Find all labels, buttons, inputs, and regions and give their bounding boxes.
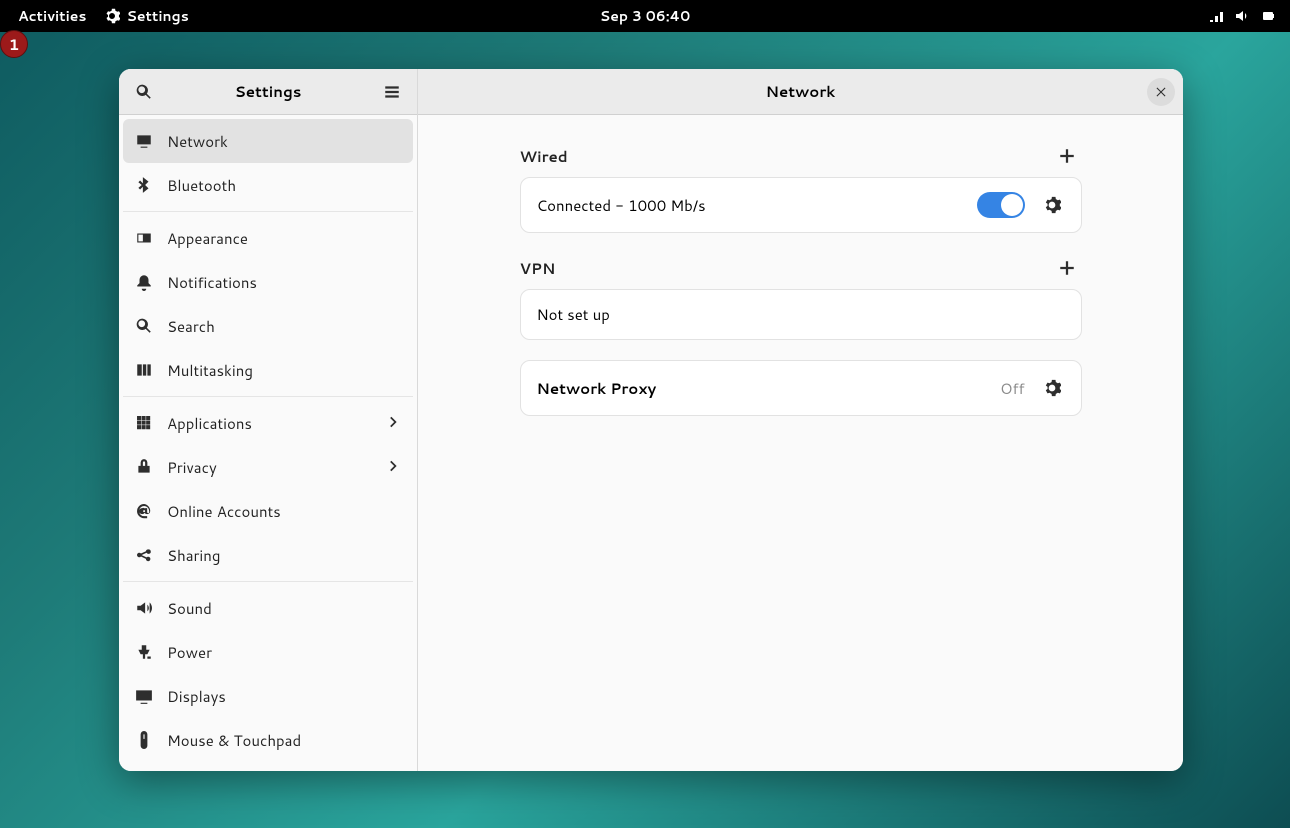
- network-tray-icon: [1208, 8, 1224, 24]
- vpn-section: VPN Not set up: [520, 253, 1082, 340]
- proxy-settings-button[interactable]: [1039, 375, 1065, 401]
- sidebar-item-notifications[interactable]: Notifications: [123, 260, 413, 304]
- clock[interactable]: Sep 3 06:40: [600, 6, 690, 26]
- sound-icon: [135, 599, 153, 617]
- wired-section: Wired Connected - 1000 Mb/s: [520, 141, 1082, 233]
- sidebar-item-applications[interactable]: Applications: [123, 401, 413, 445]
- gear-icon: [104, 8, 120, 24]
- main-headerbar: Network: [418, 69, 1183, 115]
- wired-toggle[interactable]: [977, 192, 1025, 218]
- battery-tray-icon: [1260, 8, 1276, 24]
- sidebar-item-bluetooth[interactable]: Bluetooth: [123, 163, 413, 207]
- close-button[interactable]: [1147, 78, 1175, 106]
- at-icon: [135, 502, 153, 520]
- sidebar-item-multitasking[interactable]: Multitasking: [123, 348, 413, 392]
- vpn-title: VPN: [520, 258, 556, 279]
- sidebar-item-label: Power: [167, 642, 212, 663]
- sidebar-item-label: Displays: [167, 686, 226, 707]
- annotation-badge-1: 1: [0, 30, 28, 58]
- sidebar-item-privacy[interactable]: Privacy: [123, 445, 413, 489]
- share-icon: [135, 546, 153, 564]
- app-menu[interactable]: Settings: [104, 6, 188, 26]
- settings-window: Settings Network Bluetooth Appearance Notif…: [119, 69, 1183, 771]
- sidebar: Settings Network Bluetooth Appearance Notif…: [119, 69, 418, 771]
- appearance-icon: [135, 229, 153, 247]
- sidebar-search-button[interactable]: [129, 77, 159, 107]
- sidebar-item-label: Notifications: [167, 272, 257, 293]
- wired-connection-row: Connected - 1000 Mb/s: [521, 178, 1081, 232]
- add-wired-button[interactable]: [1052, 141, 1082, 171]
- sidebar-item-label: Applications: [167, 413, 252, 434]
- sidebar-item-power[interactable]: Power: [123, 630, 413, 674]
- close-icon: [1155, 86, 1167, 98]
- activities-button[interactable]: Activities: [18, 6, 86, 26]
- sidebar-item-search[interactable]: Search: [123, 304, 413, 348]
- wired-title: Wired: [520, 146, 568, 167]
- sidebar-item-mouse-touchpad[interactable]: Mouse & Touchpad: [123, 718, 413, 762]
- system-tray[interactable]: [1208, 8, 1290, 24]
- chevron-right-icon: [387, 457, 401, 478]
- volume-tray-icon: [1234, 8, 1250, 24]
- top-panel: Activities Settings Sep 3 06:40: [0, 0, 1290, 32]
- vpn-status-label: Not set up: [537, 304, 610, 325]
- sidebar-item-sound[interactable]: Sound: [123, 586, 413, 630]
- multitasking-icon: [135, 361, 153, 379]
- plus-icon: [1058, 259, 1076, 277]
- search-icon: [135, 317, 153, 335]
- add-vpn-button[interactable]: [1052, 253, 1082, 283]
- sidebar-item-online-accounts[interactable]: Online Accounts: [123, 489, 413, 533]
- sidebar-item-label: Multitasking: [167, 360, 253, 381]
- network-content: Wired Connected - 1000 Mb/s: [418, 115, 1183, 771]
- gear-icon: [1043, 196, 1061, 214]
- sidebar-item-displays[interactable]: Displays: [123, 674, 413, 718]
- sidebar-title: Settings: [235, 81, 302, 102]
- proxy-section: Network Proxy Off: [520, 360, 1082, 416]
- apps-icon: [135, 414, 153, 432]
- mouse-icon: [135, 731, 153, 749]
- search-icon: [135, 83, 153, 101]
- sidebar-item-label: Search: [167, 316, 215, 337]
- main-pane: Network Wired Connected - 1000 Mb/s: [418, 69, 1183, 771]
- sidebar-item-network[interactable]: Network: [123, 119, 413, 163]
- privacy-icon: [135, 458, 153, 476]
- sidebar-item-sharing[interactable]: Sharing: [123, 533, 413, 577]
- sidebar-item-label: Sharing: [167, 545, 220, 566]
- monitor-icon: [135, 132, 153, 150]
- sidebar-menu-button[interactable]: [377, 77, 407, 107]
- wired-settings-button[interactable]: [1039, 192, 1065, 218]
- page-title: Network: [766, 81, 836, 102]
- sidebar-headerbar: Settings: [119, 69, 417, 115]
- wired-status-label: Connected - 1000 Mb/s: [537, 195, 706, 216]
- proxy-title: Network Proxy: [537, 378, 657, 399]
- proxy-row[interactable]: Network Proxy Off: [521, 361, 1081, 415]
- sidebar-item-label: Network: [167, 131, 228, 152]
- bluetooth-icon: [135, 176, 153, 194]
- vpn-empty-row: Not set up: [521, 290, 1081, 339]
- gear-icon: [1043, 379, 1061, 397]
- plus-icon: [1058, 147, 1076, 165]
- sidebar-item-label: Privacy: [167, 457, 217, 478]
- chevron-right-icon: [387, 413, 401, 434]
- sidebar-nav-list: Network Bluetooth Appearance Notifications S…: [119, 115, 417, 771]
- sidebar-item-label: Bluetooth: [167, 175, 236, 196]
- power-icon: [135, 643, 153, 661]
- hamburger-icon: [383, 83, 401, 101]
- sidebar-item-label: Appearance: [167, 228, 248, 249]
- bell-icon: [135, 273, 153, 291]
- sidebar-item-label: Mouse & Touchpad: [167, 730, 301, 751]
- app-menu-label: Settings: [126, 6, 188, 26]
- sidebar-item-label: Sound: [167, 598, 212, 619]
- displays-icon: [135, 687, 153, 705]
- sidebar-item-label: Online Accounts: [167, 501, 281, 522]
- proxy-status: Off: [1000, 378, 1024, 399]
- sidebar-item-appearance[interactable]: Appearance: [123, 216, 413, 260]
